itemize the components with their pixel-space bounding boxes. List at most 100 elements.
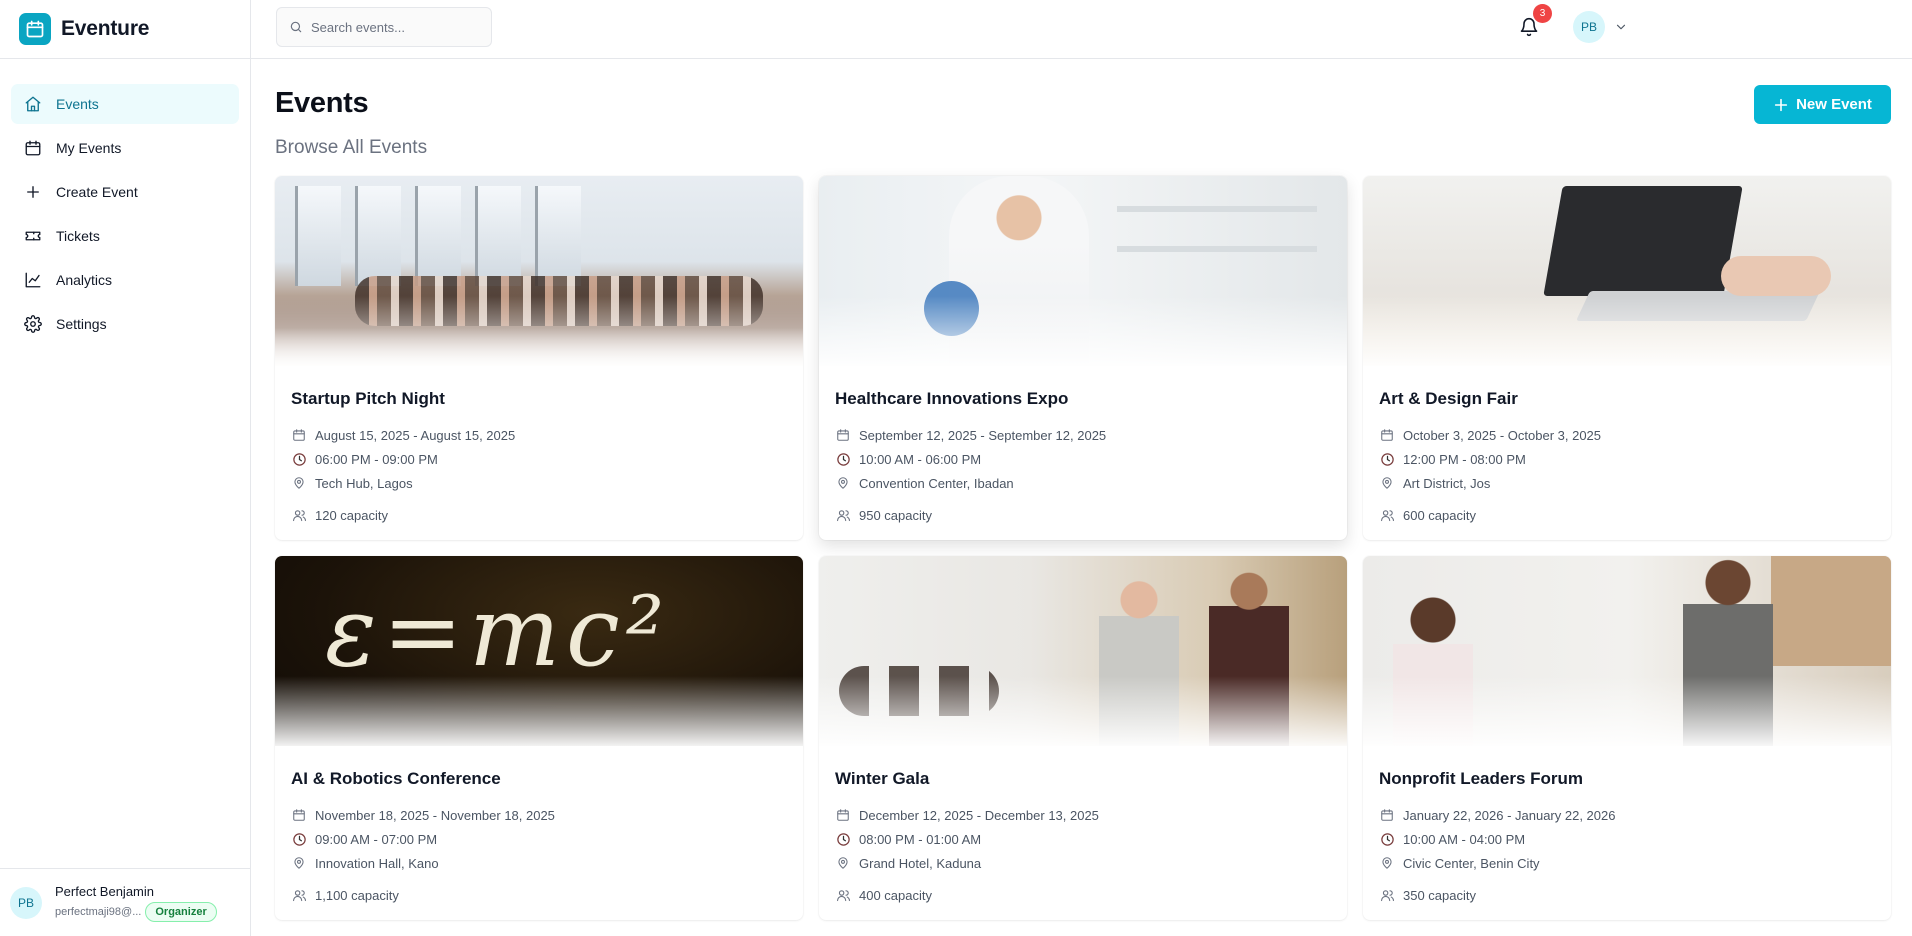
clock-icon bbox=[835, 831, 851, 847]
users-icon bbox=[291, 887, 307, 903]
clock-icon bbox=[291, 451, 307, 467]
event-time: 09:00 AM - 07:00 PM bbox=[291, 827, 787, 851]
users-icon bbox=[1379, 887, 1395, 903]
sidebar-item-label: Create Event bbox=[56, 184, 138, 200]
page-subtitle: Browse All Events bbox=[275, 137, 428, 158]
map-pin-icon bbox=[291, 475, 307, 491]
event-capacity: 350 capacity bbox=[1379, 883, 1875, 907]
event-title: Startup Pitch Night bbox=[291, 389, 445, 408]
event-capacity: 1,100 capacity bbox=[291, 883, 787, 907]
plus-icon bbox=[23, 182, 43, 202]
calendar-icon bbox=[23, 138, 43, 158]
event-dates: October 3, 2025 - October 3, 2025 bbox=[1379, 423, 1875, 447]
event-image bbox=[1363, 176, 1891, 366]
event-grid: Startup Pitch Night August 15, 2025 - Au… bbox=[275, 176, 1891, 920]
event-location: Tech Hub, Lagos bbox=[291, 471, 787, 495]
clock-icon bbox=[1379, 451, 1395, 467]
sidebar-item-my-events[interactable]: My Events bbox=[11, 128, 239, 168]
event-dates: August 15, 2025 - August 15, 2025 bbox=[291, 423, 787, 447]
event-capacity: 600 capacity bbox=[1379, 503, 1875, 527]
map-pin-icon bbox=[1379, 855, 1395, 871]
event-capacity: 950 capacity bbox=[835, 503, 1331, 527]
event-dates: November 18, 2025 - November 18, 2025 bbox=[291, 803, 787, 827]
event-time: 10:00 AM - 04:00 PM bbox=[1379, 827, 1875, 851]
home-icon bbox=[23, 94, 43, 114]
event-card[interactable]: Healthcare Innovations Expo September 12… bbox=[819, 176, 1347, 540]
search-input[interactable] bbox=[311, 19, 481, 35]
notification-badge: 3 bbox=[1533, 4, 1552, 23]
sidebar-item-create-event[interactable]: Create Event bbox=[11, 172, 239, 212]
event-image bbox=[1363, 556, 1891, 746]
new-event-button[interactable]: New Event bbox=[1754, 85, 1891, 124]
map-pin-icon bbox=[291, 855, 307, 871]
event-title: Art & Design Fair bbox=[1379, 389, 1518, 408]
clock-icon bbox=[1379, 831, 1395, 847]
event-location: Civic Center, Benin City bbox=[1379, 851, 1875, 875]
event-capacity: 400 capacity bbox=[835, 883, 1331, 907]
event-location: Convention Center, Ibadan bbox=[835, 471, 1331, 495]
line-chart-icon bbox=[23, 270, 43, 290]
event-time: 10:00 AM - 06:00 PM bbox=[835, 447, 1331, 471]
event-location: Grand Hotel, Kaduna bbox=[835, 851, 1331, 875]
event-time: 06:00 PM - 09:00 PM bbox=[291, 447, 787, 471]
event-title: Winter Gala bbox=[835, 769, 930, 788]
event-dates: January 22, 2026 - January 22, 2026 bbox=[1379, 803, 1875, 827]
event-title: Healthcare Innovations Expo bbox=[835, 389, 1069, 408]
avatar: PB bbox=[10, 886, 42, 919]
avatar[interactable]: PB bbox=[1573, 11, 1605, 43]
event-image bbox=[819, 176, 1347, 366]
sidebar: Eventure Events My Events Create Event T… bbox=[0, 0, 251, 936]
sidebar-item-settings[interactable]: Settings bbox=[11, 304, 239, 344]
event-time: 12:00 PM - 08:00 PM bbox=[1379, 447, 1875, 471]
event-location: Art District, Jos bbox=[1379, 471, 1875, 495]
sidebar-item-tickets[interactable]: Tickets bbox=[11, 216, 239, 256]
event-title: AI & Robotics Conference bbox=[291, 769, 501, 788]
users-icon bbox=[1379, 507, 1395, 523]
user-card[interactable]: PB Perfect Benjamin perfectmaji98@... Or… bbox=[0, 868, 250, 936]
page-title: Events bbox=[275, 87, 369, 119]
users-icon bbox=[835, 887, 851, 903]
sidebar-item-label: Events bbox=[56, 96, 99, 112]
event-card[interactable]: ε=mc² AI & Robotics Conference November … bbox=[275, 556, 803, 920]
calendar-icon bbox=[291, 807, 307, 823]
event-card[interactable]: Nonprofit Leaders Forum January 22, 2026… bbox=[1363, 556, 1891, 920]
event-title: Nonprofit Leaders Forum bbox=[1379, 769, 1584, 788]
event-card[interactable]: Startup Pitch Night August 15, 2025 - Au… bbox=[275, 176, 803, 540]
calendar-icon bbox=[291, 427, 307, 443]
sidebar-item-label: Settings bbox=[56, 316, 107, 332]
sidebar-nav: Events My Events Create Event Tickets An… bbox=[0, 59, 250, 344]
clock-icon bbox=[291, 831, 307, 847]
user-email: perfectmaji98@... bbox=[55, 905, 142, 918]
chevron-down-icon[interactable] bbox=[1612, 18, 1630, 36]
sidebar-item-label: Analytics bbox=[56, 272, 113, 288]
search-box[interactable] bbox=[276, 7, 492, 47]
event-capacity: 120 capacity bbox=[291, 503, 787, 527]
calendar-icon bbox=[835, 427, 851, 443]
topbar bbox=[251, 0, 1912, 59]
map-pin-icon bbox=[835, 475, 851, 491]
users-icon bbox=[291, 507, 307, 523]
brand[interactable]: Eventure bbox=[0, 0, 250, 59]
ticket-icon bbox=[23, 226, 43, 246]
event-dates: September 12, 2025 - September 12, 2025 bbox=[835, 423, 1331, 447]
sidebar-item-analytics[interactable]: Analytics bbox=[11, 260, 239, 300]
plus-icon bbox=[1773, 97, 1789, 113]
calendar-icon bbox=[1379, 807, 1395, 823]
brand-name: Eventure bbox=[61, 17, 150, 40]
map-pin-icon bbox=[835, 855, 851, 871]
calendar-icon bbox=[1379, 427, 1395, 443]
event-time: 08:00 PM - 01:00 AM bbox=[835, 827, 1331, 851]
role-badge: Organizer bbox=[145, 901, 217, 922]
event-image bbox=[819, 556, 1347, 746]
event-card[interactable]: Art & Design Fair October 3, 2025 - Octo… bbox=[1363, 176, 1891, 540]
sidebar-item-label: My Events bbox=[56, 140, 122, 156]
new-event-label: New Event bbox=[1796, 96, 1872, 113]
sidebar-item-events[interactable]: Events bbox=[11, 84, 239, 124]
event-card[interactable]: Winter Gala December 12, 2025 - December… bbox=[819, 556, 1347, 920]
calendar-icon bbox=[835, 807, 851, 823]
users-icon bbox=[835, 507, 851, 523]
search-icon bbox=[289, 20, 303, 34]
event-image: ε=mc² bbox=[275, 556, 803, 746]
calendar-logo-icon bbox=[19, 13, 51, 45]
event-location: Innovation Hall, Kano bbox=[291, 851, 787, 875]
